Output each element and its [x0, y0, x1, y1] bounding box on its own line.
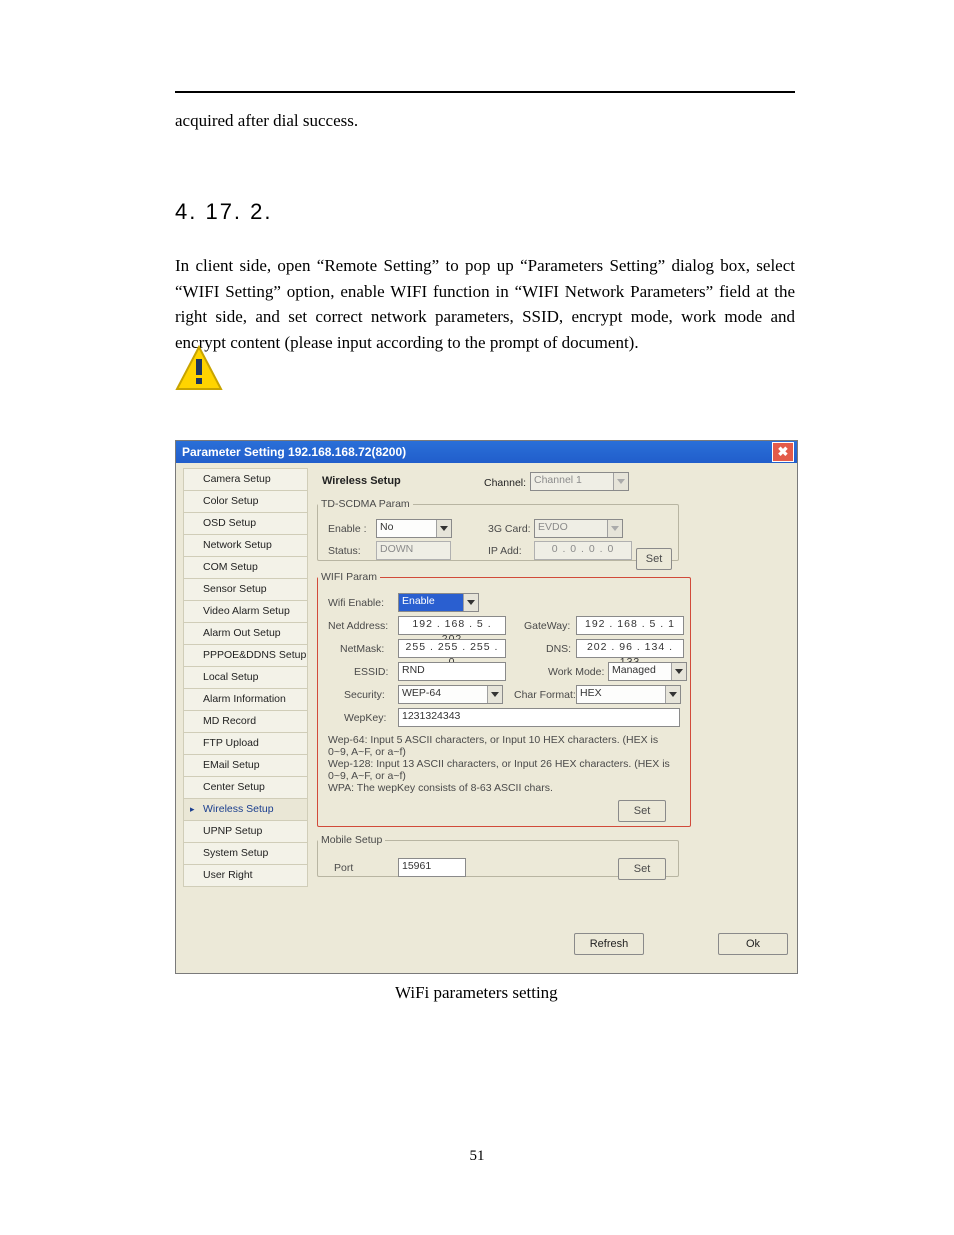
dialog-title: Parameter Setting 192.168.168.72(8200): [182, 443, 406, 461]
sidebar-item-wireless[interactable]: Wireless Setup: [183, 798, 308, 820]
paragraph: In client side, open “Remote Setting” to…: [175, 253, 795, 355]
ok-button[interactable]: Ok: [718, 933, 788, 955]
titlebar[interactable]: Parameter Setting 192.168.168.72(8200) ✖: [176, 441, 797, 463]
tdscdma-set-button[interactable]: Set: [636, 548, 672, 570]
wifi-wepkey-label: WepKey:: [344, 711, 386, 727]
sidebar-item[interactable]: Camera Setup: [183, 468, 308, 490]
wifi-netaddr-label: Net Address:: [328, 619, 388, 635]
wifi-netmask-field[interactable]: 255 . 255 . 255 . 0: [398, 639, 506, 658]
wifi-workmode-select[interactable]: Managed: [608, 662, 687, 681]
sidebar-item[interactable]: Color Setup: [183, 490, 308, 512]
sidebar-item[interactable]: PPPOE&DDNS Setup: [183, 644, 308, 666]
wifi-essid-field[interactable]: RND: [398, 662, 506, 681]
tdscdma-enable-label: Enable :: [328, 522, 367, 538]
tdscdma-ip-field: 0 . 0 . 0 . 0: [534, 541, 632, 560]
tdscdma-legend: TD-SCDMA Param: [318, 497, 413, 513]
mobile-legend: Mobile Setup: [318, 833, 385, 849]
wifi-note-2: Wep-128: Input 13 ASCII characters, or I…: [328, 758, 678, 783]
sidebar-item[interactable]: OSD Setup: [183, 512, 308, 534]
wifi-gateway-label: GateWay:: [524, 619, 570, 635]
wifi-set-button[interactable]: Set: [618, 800, 666, 822]
mobile-group: Mobile Setup Port 15961 Set: [317, 833, 679, 877]
sidebar-item[interactable]: FTP Upload: [183, 732, 308, 754]
sidebar-item[interactable]: Alarm Information: [183, 688, 308, 710]
wireless-setup-label: Wireless Setup: [322, 473, 401, 490]
wifi-note-3: WPA: The wepKey consists of 8-63 ASCII c…: [328, 782, 678, 795]
wifi-netaddr-field[interactable]: 192 . 168 . 5 . 202: [398, 616, 506, 635]
sidebar-item[interactable]: COM Setup: [183, 556, 308, 578]
tdscdma-status-field: DOWN: [376, 541, 451, 560]
sidebar-item[interactable]: User Right: [183, 864, 308, 887]
pre-text: acquired after dial success.: [175, 108, 795, 134]
wifi-legend: WIFI Param: [318, 570, 380, 586]
parameter-setting-dialog: Parameter Setting 192.168.168.72(8200) ✖…: [175, 440, 798, 974]
wifi-gateway-field[interactable]: 192 . 168 . 5 . 1: [576, 616, 684, 635]
mobile-set-button[interactable]: Set: [618, 858, 666, 880]
tdscdma-group: TD-SCDMA Param Enable : No 3G Card: EVDO…: [317, 497, 679, 561]
wifi-charfmt-label: Char Format:: [514, 688, 576, 704]
tdscdma-enable-select[interactable]: No: [376, 519, 452, 538]
sidebar-item[interactable]: Alarm Out Setup: [183, 622, 308, 644]
wifi-dns-label: DNS:: [546, 642, 571, 658]
wifi-security-label: Security:: [344, 688, 385, 704]
channel-label: Channel:: [484, 476, 526, 492]
wifi-group: WIFI Param Wifi Enable: Enable Net Addre…: [317, 570, 691, 827]
setup-sidebar: Camera Setup Color Setup OSD Setup Netwo…: [183, 468, 308, 917]
sidebar-item[interactable]: Local Setup: [183, 666, 308, 688]
figure-caption: WiFi parameters setting: [395, 980, 558, 1006]
wifi-workmode-label: Work Mode:: [548, 665, 604, 681]
sidebar-item[interactable]: Center Setup: [183, 776, 308, 798]
wifi-enable-label: Wifi Enable:: [328, 596, 384, 612]
sidebar-item[interactable]: Video Alarm Setup: [183, 600, 308, 622]
wifi-charfmt-select[interactable]: HEX: [576, 685, 681, 704]
tdscdma-card-label: 3G Card:: [488, 522, 531, 538]
tdscdma-card-select[interactable]: EVDO: [534, 519, 623, 538]
tdscdma-status-label: Status:: [328, 544, 361, 560]
wifi-security-select[interactable]: WEP-64: [398, 685, 503, 704]
refresh-button[interactable]: Refresh: [574, 933, 644, 955]
sidebar-item[interactable]: Sensor Setup: [183, 578, 308, 600]
wifi-note-1: Wep-64: Input 5 ASCII characters, or Inp…: [328, 734, 678, 759]
sidebar-item[interactable]: System Setup: [183, 842, 308, 864]
page-number: 51: [0, 1145, 954, 1168]
warning-icon: [175, 345, 223, 393]
rule: [175, 91, 795, 93]
wifi-wepkey-field[interactable]: 1231324343: [398, 708, 680, 727]
wifi-enable-select[interactable]: Enable: [398, 593, 479, 612]
channel-select[interactable]: Channel 1: [530, 472, 629, 491]
sidebar-item[interactable]: Network Setup: [183, 534, 308, 556]
sidebar-item[interactable]: EMail Setup: [183, 754, 308, 776]
wifi-essid-label: ESSID:: [354, 665, 388, 681]
close-icon[interactable]: ✖: [772, 442, 794, 462]
dialog-footer: Refresh Ok: [176, 933, 797, 963]
wifi-netmask-label: NetMask:: [340, 642, 384, 658]
sidebar-item[interactable]: MD Record: [183, 710, 308, 732]
section-heading: 4. 17. 2.: [175, 195, 273, 228]
tdscdma-ip-label: IP Add:: [488, 544, 522, 560]
mobile-port-label: Port: [334, 861, 353, 877]
mobile-port-field[interactable]: 15961: [398, 858, 466, 877]
sidebar-item[interactable]: UPNP Setup: [183, 820, 308, 842]
wifi-dns-field[interactable]: 202 . 96 . 134 . 133: [576, 639, 684, 658]
settings-panel: Wireless Setup Channel: Channel 1 TD-SCD…: [314, 467, 790, 917]
